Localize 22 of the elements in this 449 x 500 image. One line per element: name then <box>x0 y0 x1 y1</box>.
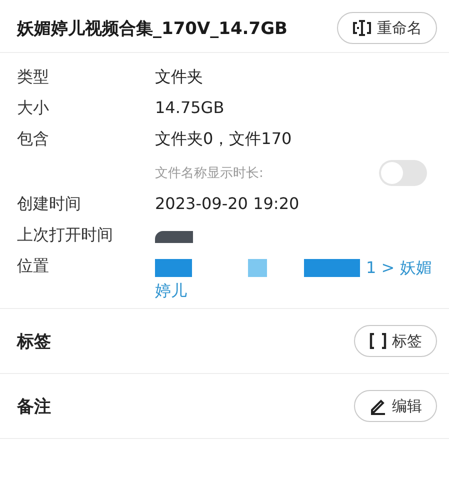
property-label: 包含 <box>17 128 50 150</box>
property-value: 2023-09-20 19:20 <box>155 193 300 213</box>
bracket-icon <box>369 333 387 349</box>
tag-button[interactable]: 标签 <box>354 325 437 357</box>
property-value: 文件夹0，文件170 <box>155 128 293 150</box>
section-label: 标签 <box>17 330 51 352</box>
pencil-icon <box>369 397 387 415</box>
edit-button[interactable]: 编辑 <box>354 390 437 422</box>
redaction-mark <box>155 231 193 243</box>
property-value: 14.75GB <box>155 97 226 117</box>
property-value: 文件夹 <box>155 66 204 88</box>
text-cursor-icon <box>352 19 372 37</box>
rename-button[interactable]: 重命名 <box>337 12 437 44</box>
toggle-label: 文件名称显示时长: <box>155 165 264 182</box>
property-label: 大小 <box>17 97 50 119</box>
property-label: 位置 <box>17 255 50 277</box>
property-label: 上次打开时间 <box>17 224 114 246</box>
section-label: 备注 <box>17 396 51 418</box>
toggle-switch[interactable] <box>379 160 427 186</box>
property-label: 类型 <box>17 66 50 88</box>
file-title: 妖媚婷儿视频合集_170V_14.7GB <box>17 18 288 40</box>
property-label: 创建时间 <box>17 193 82 215</box>
